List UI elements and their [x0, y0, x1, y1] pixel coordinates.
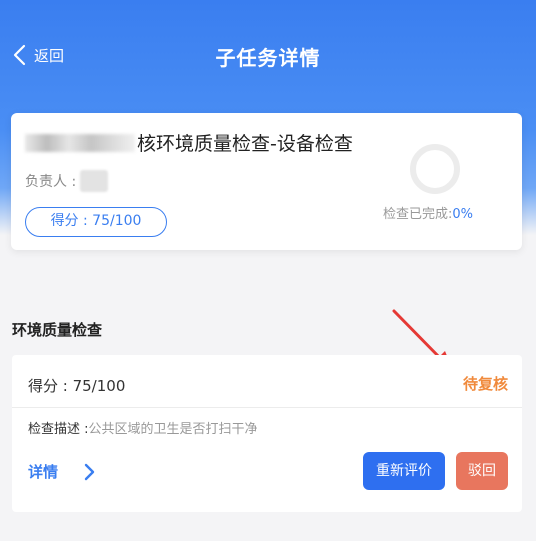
score-badge: 得分 : 75/100 [25, 207, 167, 237]
item-score: 得分 : 75/100 [28, 377, 126, 395]
divider [12, 407, 522, 408]
task-title-text: 核环境质量检查-设备检查 [137, 133, 353, 155]
detail-label: 详情 [28, 463, 59, 481]
redacted-owner [80, 170, 109, 192]
section-title: 环境质量检查 [12, 321, 103, 339]
owner-row: 负责人 : [25, 170, 109, 192]
desc-value: 公共区域的卫生是否打扫干净 [88, 422, 258, 437]
check-description: 检查描述 :公共区域的卫生是否打扫干净 [28, 418, 258, 437]
chevron-right-icon [84, 463, 95, 480]
owner-label: 负责人 : [25, 174, 77, 190]
reject-button[interactable]: 驳回 [456, 452, 508, 490]
task-title: 核环境质量检查-设备检查 [25, 129, 353, 156]
progress-label: 检查已完成: [383, 207, 453, 222]
progress-value: 0% [452, 207, 474, 222]
progress-ring [410, 144, 460, 194]
status-badge: 待复核 [462, 375, 508, 393]
desc-label: 检查描述 : [28, 422, 89, 437]
re-evaluate-button[interactable]: 重新评价 [363, 452, 445, 490]
task-summary-card: 核环境质量检查-设备检查 负责人 : 得分 : 75/100 检查已完成:0% [11, 113, 522, 250]
redacted-text [25, 133, 135, 152]
detail-link[interactable]: 详情 [28, 461, 96, 482]
top-bar: 返回 子任务详情 [0, 32, 536, 82]
progress-text: 检查已完成:0% [383, 203, 473, 222]
check-item-card: 得分 : 75/100 待复核 检查描述 :公共区域的卫生是否打扫干净 详情 重… [12, 355, 522, 512]
page-title: 子任务详情 [215, 46, 321, 70]
